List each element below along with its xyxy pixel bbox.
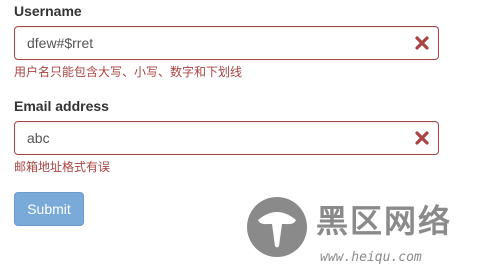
email-error-message: 邮箱地址格式有误: [14, 160, 111, 174]
watermark-url: www.heiqu.com: [320, 250, 422, 265]
watermark-title: 黑区网络: [316, 202, 453, 240]
username-input[interactable]: [15, 27, 407, 59]
watermark: 黑区网络 www.heiqu.com: [246, 196, 480, 274]
username-error-message: 用户名只能包含大写、小写、数字和下划线: [14, 65, 243, 79]
email-label: Email address: [14, 98, 109, 114]
submit-button[interactable]: Submit: [14, 192, 84, 226]
page: Username 用户名只能包含大写、小写、数字和下划线 Email addre…: [0, 0, 480, 274]
email-field-wrapper: [14, 121, 439, 155]
username-label: Username: [14, 3, 82, 19]
email-input[interactable]: [15, 122, 407, 154]
username-field-wrapper: [14, 26, 439, 60]
x-mark-icon: [415, 131, 429, 145]
mushroom-logo-icon: [247, 197, 307, 257]
registration-form: Username 用户名只能包含大写、小写、数字和下划线 Email addre…: [14, 0, 439, 226]
x-mark-icon: [415, 36, 429, 50]
